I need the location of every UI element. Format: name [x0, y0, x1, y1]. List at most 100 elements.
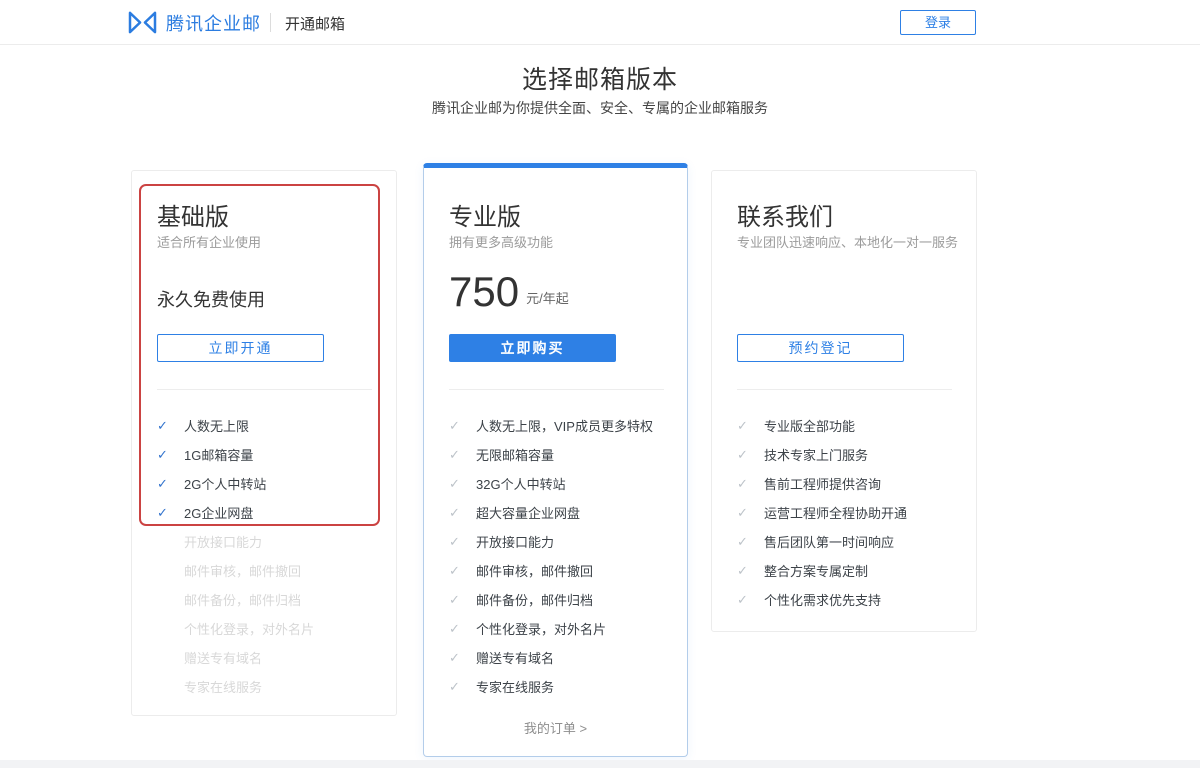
check-icon: ✓: [157, 505, 171, 521]
check-icon: ✓: [449, 534, 463, 550]
feature-row: ✓ 专家在线服务: [449, 672, 669, 701]
check-icon: ✓: [737, 476, 751, 492]
feature-row: ✓ 售前工程师提供咨询: [737, 469, 957, 498]
page-subtitle: 腾讯企业邮为你提供全面、安全、专属的企业邮箱服务: [0, 98, 1200, 118]
feature-label: 人数无上限，VIP成员更多特权: [476, 416, 653, 435]
feature-list: ✓人数无上限✓1G邮箱容量✓2G个人中转站✓2G企业网盘✓开放接口能力✓邮件审核…: [157, 411, 377, 701]
feature-label: 邮件备份，邮件归档: [476, 590, 593, 609]
plan-subtitle: 拥有更多高级功能: [449, 232, 553, 251]
feature-label: 个性化登录，对外名片: [184, 619, 314, 638]
feature-label: 整合方案专属定制: [764, 561, 868, 580]
feature-row: ✓ 无限邮箱容量: [449, 440, 669, 469]
check-icon: ✓: [737, 534, 751, 550]
feature-row: ✓个性化登录，对外名片: [449, 614, 669, 643]
feature-row: ✓ 专业版全部功能: [737, 411, 957, 440]
cta-button-basic[interactable]: 立即开通: [157, 334, 324, 362]
feature-label: 开放接口能力: [184, 532, 262, 551]
page-nav-title: 开通邮箱: [285, 13, 345, 34]
feature-label: 32G个人中转站: [476, 474, 566, 493]
feature-label: 运营工程师全程协助开通: [764, 503, 907, 522]
feature-row: ✓ 邮件审核，邮件撤回: [449, 556, 669, 585]
feature-list: ✓专业版全部功能✓技术专家上门服务✓售前工程师提供咨询✓运营工程师全程协助开通✓…: [737, 411, 957, 614]
feature-row: ✓ 邮件备份，邮件归档: [449, 585, 669, 614]
feature-label: 技术专家上门服务: [764, 445, 868, 464]
feature-row: ✓ 个性化需求优先支持: [737, 585, 957, 614]
feature-label: 专家在线服务: [476, 677, 554, 696]
plan-card-basic: 基础版 适合所有企业使用 永久免费使用 立即开通 ✓人数无上限✓1G邮箱容量✓2…: [131, 170, 397, 716]
feature-row: ✓ 人数无上限: [157, 411, 377, 440]
price-number: 750: [449, 272, 519, 312]
brand-name: 腾讯企业邮: [166, 10, 261, 36]
price-text: 永久免费使用: [157, 286, 265, 312]
top-header: 腾讯企业邮 开通邮箱 登录: [0, 0, 1200, 45]
feature-row: ✓ 2G企业网盘: [157, 498, 377, 527]
check-icon: ✓: [737, 563, 751, 579]
feature-row: ✓ 开放接口能力: [449, 527, 669, 556]
feature-row: ✓邮件备份，邮件归档: [157, 585, 377, 614]
my-orders-link[interactable]: 我的订单 >: [424, 718, 687, 737]
check-icon: ✓: [157, 476, 171, 492]
header-divider: [270, 13, 271, 32]
feature-row: ✓专家在线服务: [157, 672, 377, 701]
feature-label: 人数无上限: [184, 416, 249, 435]
feature-label: 赠送专有域名: [184, 648, 262, 667]
check-icon: ✓: [737, 592, 751, 608]
check-icon: ✓: [157, 447, 171, 463]
feature-row: ✓ 32G个人中转站: [449, 469, 669, 498]
plan-subtitle: 专业团队迅速响应、本地化一对一服务: [737, 232, 958, 251]
feature-label: 个性化需求优先支持: [764, 590, 881, 609]
check-icon: ✓: [449, 563, 463, 579]
feature-label: 邮件审核，邮件撤回: [476, 561, 593, 580]
feature-label: 超大容量企业网盘: [476, 503, 580, 522]
feature-row: ✓ 1G邮箱容量: [157, 440, 377, 469]
logo-link[interactable]: 腾讯企业邮: [127, 9, 261, 36]
check-icon: ✓: [449, 447, 463, 463]
check-icon: ✓: [737, 505, 751, 521]
feature-row: ✓ 2G个人中转站: [157, 469, 377, 498]
exmail-logo-icon: [127, 10, 158, 35]
check-icon: ✓: [449, 650, 463, 666]
feature-label: 邮件审核，邮件撤回: [184, 561, 301, 580]
check-icon: ✓: [449, 505, 463, 521]
feature-label: 无限邮箱容量: [476, 445, 554, 464]
feature-row: ✓ 运营工程师全程协助开通: [737, 498, 957, 527]
feature-row: ✓个性化登录，对外名片: [157, 614, 377, 643]
feature-row: ✓ 人数无上限，VIP成员更多特权: [449, 411, 669, 440]
feature-label: 1G邮箱容量: [184, 445, 253, 464]
feature-label: 邮件备份，邮件归档: [184, 590, 301, 609]
check-icon: ✓: [157, 418, 171, 434]
check-icon: ✓: [449, 418, 463, 434]
feature-row: ✓赠送专有域名: [449, 643, 669, 672]
plan-price: 750 元/年起: [449, 272, 569, 312]
cta-button-pro[interactable]: 立即购买: [449, 334, 616, 362]
card-divider: [157, 389, 372, 390]
check-icon: ✓: [449, 592, 463, 608]
feature-row: ✓赠送专有域名: [157, 643, 377, 672]
check-icon: ✓: [737, 418, 751, 434]
card-divider: [737, 389, 952, 390]
cta-button-contact[interactable]: 预约登记: [737, 334, 904, 362]
feature-label: 售后团队第一时间响应: [764, 532, 894, 551]
plan-title: 专业版: [449, 197, 521, 232]
feature-list: ✓ 人数无上限，VIP成员更多特权 ✓ 无限邮箱容量 ✓ 32G个人中转站 ✓ 超大容量企业网…: [449, 411, 669, 701]
check-icon: ✓: [449, 621, 463, 637]
feature-label: 2G个人中转站: [184, 474, 266, 493]
plan-title: 联系我们: [737, 197, 833, 232]
check-icon: ✓: [449, 476, 463, 492]
feature-row: ✓ 售后团队第一时间响应: [737, 527, 957, 556]
plan-card-contact: 联系我们 专业团队迅速响应、本地化一对一服务 预约登记 ✓ 专业版全部功能 ✓ 技术专…: [711, 170, 977, 632]
check-icon: ✓: [449, 679, 463, 695]
feature-row: ✓ 整合方案专属定制: [737, 556, 957, 585]
feature-row: ✓ 技术专家上门服务: [737, 440, 957, 469]
footer-strip: [0, 760, 1200, 768]
feature-label: 专业版全部功能: [764, 416, 855, 435]
price-unit: 元/年起: [526, 288, 569, 312]
plan-card-pro: 专业版 拥有更多高级功能 750 元/年起 立即购买 ✓ 人数无上限，VIP成员更…: [423, 163, 688, 757]
check-icon: ✓: [737, 447, 751, 463]
plan-price: 永久免费使用: [157, 286, 265, 312]
feature-label: 2G企业网盘: [184, 503, 253, 522]
plan-title: 基础版: [157, 197, 229, 232]
feature-label: 售前工程师提供咨询: [764, 474, 881, 493]
feature-label: 开放接口能力: [476, 532, 554, 551]
login-button[interactable]: 登录: [900, 10, 976, 35]
